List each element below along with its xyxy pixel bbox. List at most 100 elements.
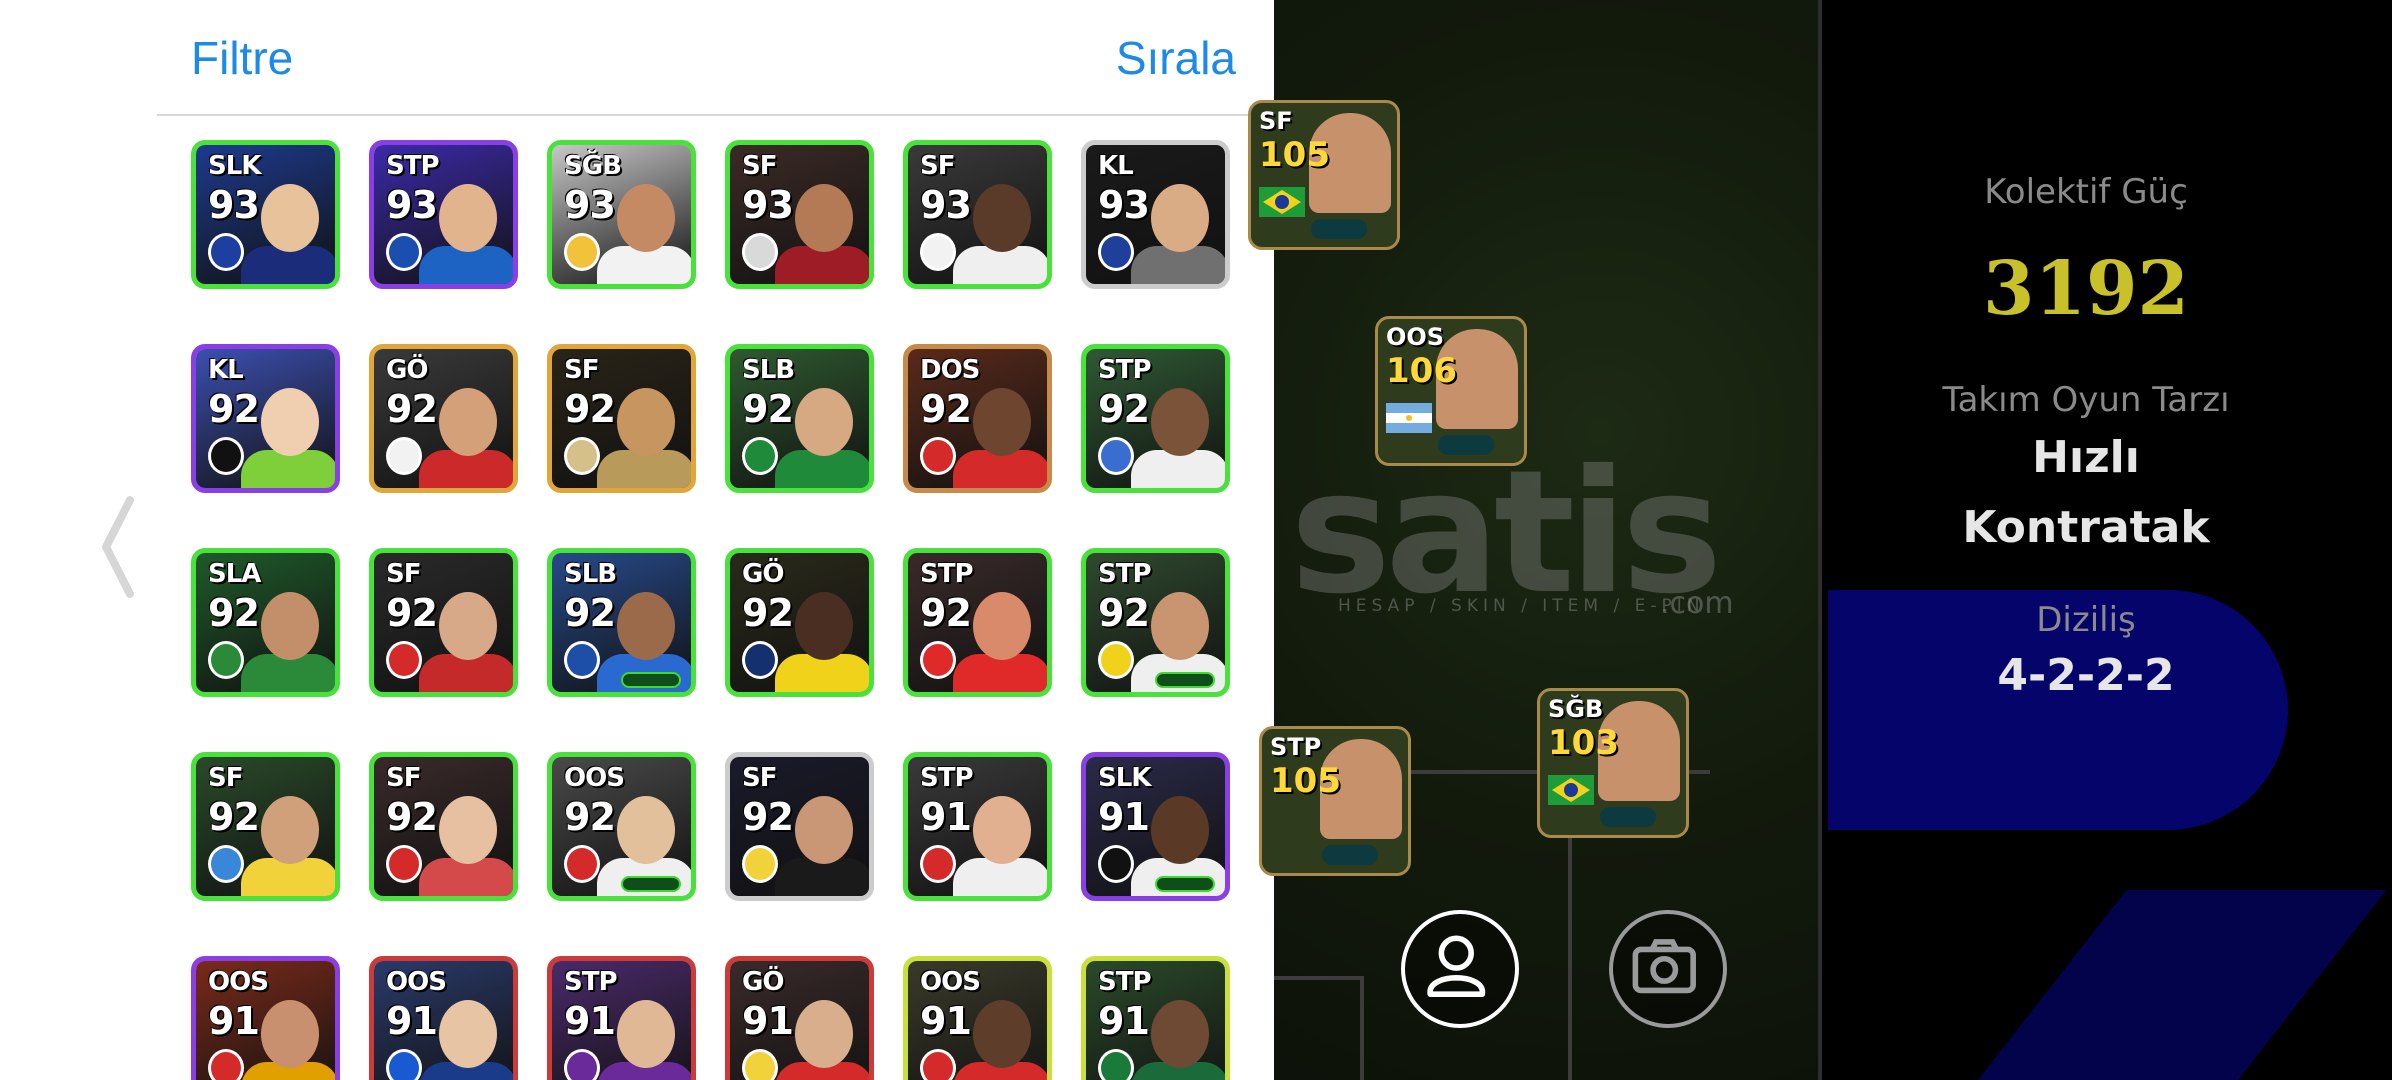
- club-emblem-icon: [208, 437, 244, 475]
- player-head: [973, 592, 1031, 660]
- card-rating: 105: [1259, 135, 1330, 175]
- player-head: [1151, 184, 1209, 252]
- club-emblem-icon: [208, 641, 244, 679]
- player-head: [1151, 1000, 1209, 1068]
- skill-tag-icon: [1155, 876, 1215, 892]
- card-position: SĞB: [564, 151, 622, 181]
- player-card[interactable]: STP 93: [369, 140, 518, 289]
- card-position: KL: [1098, 151, 1134, 181]
- player-card[interactable]: KL 93: [1081, 140, 1230, 289]
- player-head: [973, 1000, 1031, 1068]
- player-head: [439, 388, 497, 456]
- player-card[interactable]: SF 93: [903, 140, 1052, 289]
- player-card[interactable]: SF 92: [369, 752, 518, 901]
- card-rating: 92: [208, 387, 260, 431]
- player-card[interactable]: OOS 91: [903, 956, 1052, 1080]
- player-kit: [953, 246, 1047, 284]
- camera-button[interactable]: [1609, 910, 1727, 1028]
- pitch-line: [1360, 976, 1364, 1080]
- player-card[interactable]: DOS 92: [903, 344, 1052, 493]
- card-position: SF: [386, 763, 421, 793]
- player-head: [1151, 796, 1209, 864]
- player-head: [261, 1000, 319, 1068]
- sort-button[interactable]: Sırala: [1116, 28, 1236, 88]
- card-rating: 93: [564, 183, 616, 227]
- pitch-player-card[interactable]: SĞB 103: [1537, 688, 1689, 838]
- pitch-player-card[interactable]: OOS 106: [1375, 316, 1527, 466]
- pitch-player-card[interactable]: STP 105: [1259, 726, 1411, 876]
- player-head: [439, 592, 497, 660]
- player-card[interactable]: SLK 91: [1081, 752, 1230, 901]
- card-rating: 103: [1548, 723, 1619, 763]
- card-rating: 92: [386, 591, 438, 635]
- player-card[interactable]: STP 92: [1081, 548, 1230, 697]
- card-rating: 92: [564, 795, 616, 839]
- card-position: STP: [1098, 355, 1152, 385]
- filter-button[interactable]: Filtre: [191, 28, 293, 88]
- player-kit: [241, 450, 335, 488]
- player-head: [1151, 388, 1209, 456]
- card-position: STP: [1098, 967, 1152, 997]
- card-position: KL: [208, 355, 244, 385]
- club-emblem-icon: [1098, 1049, 1134, 1080]
- player-card[interactable]: OOS 91: [369, 956, 518, 1080]
- brazil-flag-icon: [1548, 775, 1594, 805]
- play-style-line1: Hızlı: [2032, 432, 2140, 483]
- profile-button[interactable]: [1401, 910, 1519, 1028]
- player-head: [261, 796, 319, 864]
- player-card[interactable]: SLB 92: [725, 344, 874, 493]
- decorative-shape: [1978, 890, 2387, 1080]
- player-card-grid: SLK 93 STP 93 SĞB 93 SF 93 SF 93 KL 93 KL 92 GÖ 92 SF 92 S…: [191, 140, 1251, 1080]
- card-position: SF: [386, 559, 421, 589]
- player-card[interactable]: KL 92: [191, 344, 340, 493]
- player-card[interactable]: GÖ 91: [725, 956, 874, 1080]
- player-head: [439, 184, 497, 252]
- card-position: GÖ: [742, 559, 784, 589]
- club-emblem-icon: [742, 641, 778, 679]
- card-rating: 92: [742, 591, 794, 635]
- player-card[interactable]: OOS 92: [547, 752, 696, 901]
- card-position: OOS: [208, 967, 269, 997]
- player-card[interactable]: STP 91: [903, 752, 1052, 901]
- club-emblem-icon: [1098, 845, 1134, 883]
- chevron-left-icon[interactable]: [96, 492, 140, 602]
- player-card[interactable]: GÖ 92: [725, 548, 874, 697]
- player-card[interactable]: STP 91: [1081, 956, 1230, 1080]
- user-icon: [1427, 935, 1486, 997]
- card-rating: 91: [920, 795, 972, 839]
- player-card[interactable]: STP 92: [1081, 344, 1230, 493]
- player-kit: [775, 450, 869, 488]
- player-card[interactable]: GÖ 92: [369, 344, 518, 493]
- card-rating: 92: [742, 387, 794, 431]
- formation-label: Diziliş: [2036, 600, 2136, 640]
- player-card[interactable]: SLB 92: [547, 548, 696, 697]
- skill-tag-icon: [621, 876, 681, 892]
- pitch-line: [1274, 976, 1364, 980]
- player-card[interactable]: SLA 92: [191, 548, 340, 697]
- card-position: SF: [1259, 107, 1293, 135]
- player-card[interactable]: SF 92: [191, 752, 340, 901]
- card-position: DOS: [920, 355, 980, 385]
- player-head: [261, 184, 319, 252]
- player-card[interactable]: STP 91: [547, 956, 696, 1080]
- card-rating: 91: [1098, 999, 1150, 1043]
- club-emblem-icon: [1098, 233, 1134, 271]
- card-position: GÖ: [742, 967, 784, 997]
- player-card[interactable]: OOS 91: [191, 956, 340, 1080]
- skill-tag-icon: [1311, 219, 1367, 239]
- player-head: [795, 388, 853, 456]
- play-style-line2: Kontratak: [1962, 502, 2210, 553]
- pitch-player-card[interactable]: SF 105: [1248, 100, 1400, 250]
- skill-tag-icon: [1322, 845, 1378, 865]
- player-card[interactable]: SF 92: [369, 548, 518, 697]
- player-card[interactable]: SĞB 93: [547, 140, 696, 289]
- card-rating: 106: [1386, 351, 1457, 391]
- player-card[interactable]: STP 92: [903, 548, 1052, 697]
- player-card[interactable]: SF 93: [725, 140, 874, 289]
- player-card[interactable]: SLK 93: [191, 140, 340, 289]
- power-label: Kolektif Güç: [1984, 172, 2188, 212]
- player-card[interactable]: SF 92: [547, 344, 696, 493]
- skill-tag-icon: [1438, 435, 1494, 455]
- card-rating: 92: [564, 387, 616, 431]
- player-card[interactable]: SF 92: [725, 752, 874, 901]
